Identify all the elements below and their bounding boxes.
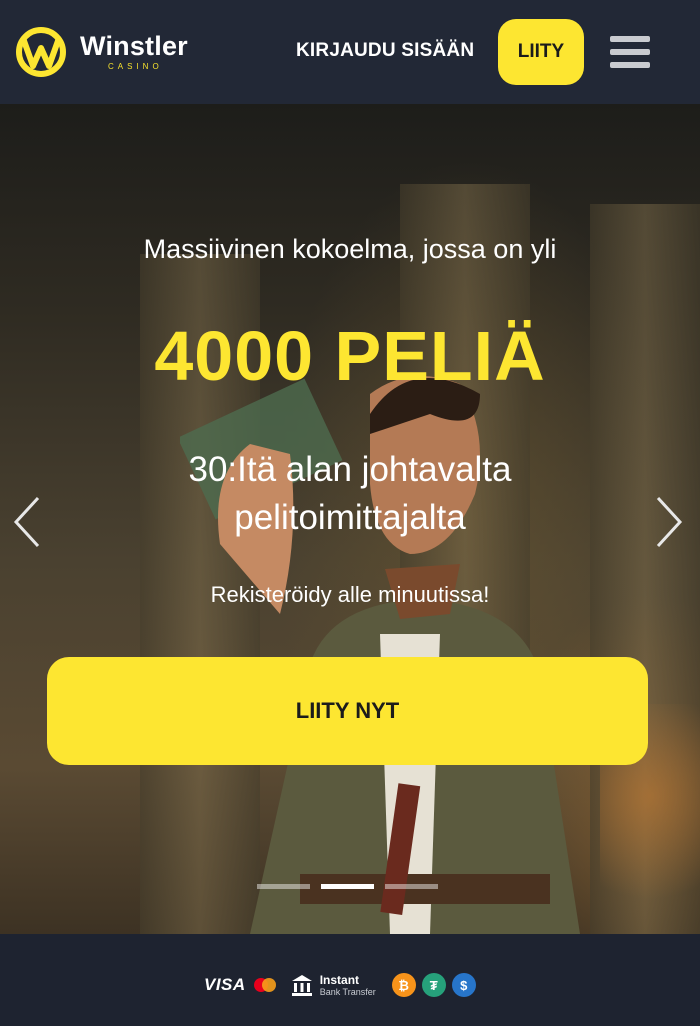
hero-subheadline: 30:Itä alan johtavalta pelitoimittajalta: [140, 446, 560, 542]
hamburger-menu-icon[interactable]: [610, 36, 654, 72]
bank-transfer-line1: Instant: [319, 972, 360, 987]
mastercard-icon: [253, 978, 276, 992]
carousel-indicators: [257, 884, 438, 889]
payment-icons-row: VISA Instant Bank Transfer ₿ ₮ $: [204, 972, 476, 998]
bitcoin-icon: ₿: [391, 973, 416, 997]
visa-icon: VISA: [204, 975, 246, 994]
register-text: Rekisteröidy alle minuutissa!: [210, 582, 490, 607]
winstler-logo[interactable]: Winstler CASINO: [14, 26, 188, 78]
join-button[interactable]: LIITY: [498, 19, 584, 85]
hero-tagline: Massiivinen kokoelma, jossa on yli: [143, 234, 557, 264]
carousel-dot-3[interactable]: [385, 884, 438, 889]
logo-name: Winstler: [80, 31, 188, 61]
logo-wordmark: Winstler CASINO: [80, 33, 188, 71]
winstler-logo-icon: [16, 27, 66, 77]
hero-subheadline-line1: 30:Itä alan johtavalta: [188, 450, 512, 489]
hero-headline: 4000 PELIÄ: [154, 317, 546, 395]
join-now-button[interactable]: LIITY NYT: [47, 657, 648, 765]
hero-content: Massiivinen kokoelma, jossa on yli 4000 …: [0, 104, 700, 934]
tether-icon: ₮: [421, 973, 446, 997]
site-header: Winstler CASINO KIRJAUDU SISÄÄN LIITY: [0, 0, 700, 104]
hero-banner: Massiivinen kokoelma, jossa on yli 4000 …: [0, 104, 700, 934]
usdc-icon: $: [451, 973, 476, 997]
carousel-dot-2[interactable]: [321, 884, 374, 889]
bank-transfer-line2: Bank Transfer: [319, 986, 376, 997]
chevron-right-icon[interactable]: [652, 494, 686, 550]
payment-methods-footer: VISA Instant Bank Transfer ₿ ₮ $: [0, 934, 700, 1026]
carousel-dot-1[interactable]: [257, 884, 310, 889]
login-link[interactable]: KIRJAUDU SISÄÄN: [296, 40, 474, 62]
logo-subtitle: CASINO: [108, 62, 163, 71]
hero-subheadline-line2: pelitoimittajalta: [234, 498, 466, 537]
bank-transfer-label: Instant Bank Transfer: [320, 974, 376, 997]
chevron-left-icon[interactable]: [10, 494, 44, 550]
instant-bank-transfer-icon: [291, 975, 312, 996]
